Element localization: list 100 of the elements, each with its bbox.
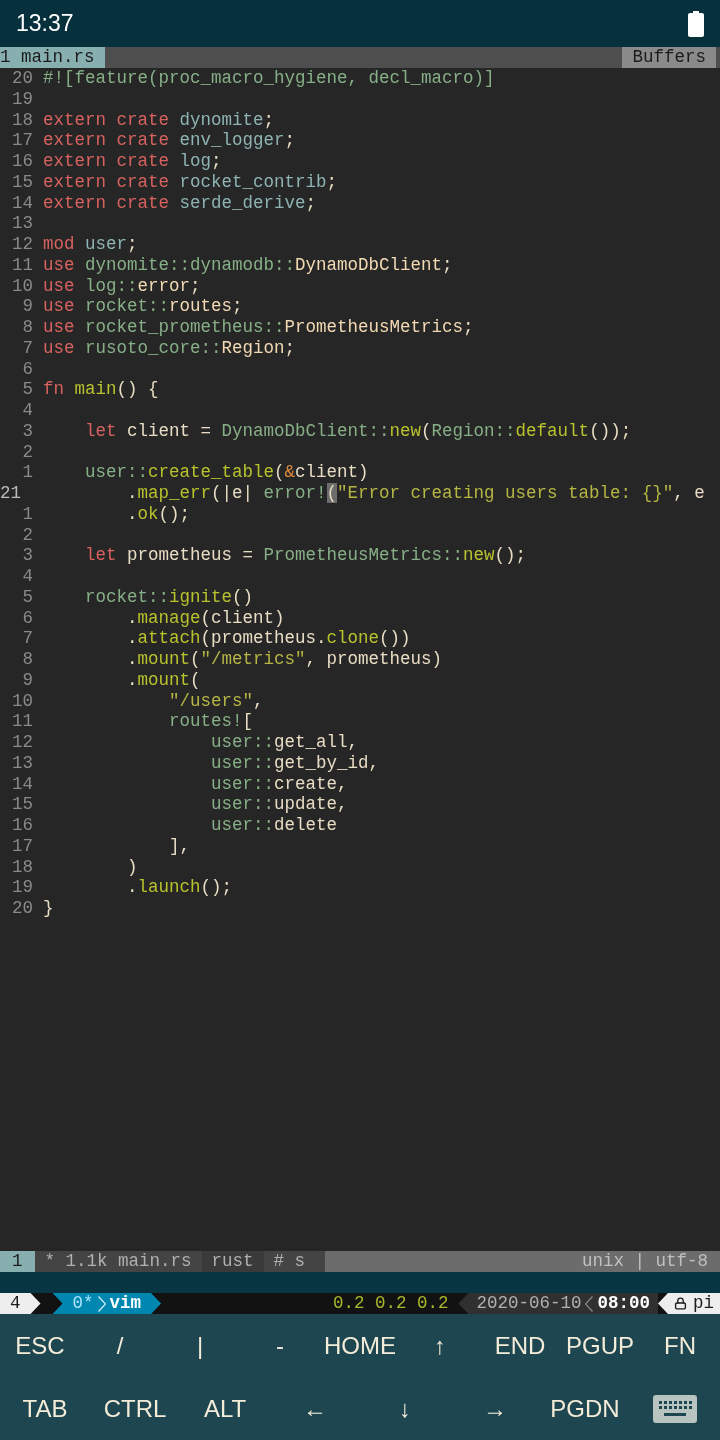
window-tab[interactable]: 0* vim [52,1293,162,1314]
code-line: let prometheus = PrometheusMetrics::new(); [84,545,527,566]
extra-key[interactable]: HOME [320,1314,400,1377]
time-text: 08:00 [597,1293,650,1314]
code-line: .mount("/metrics", prometheus) [126,649,443,670]
code-line: .launch(); [126,877,233,898]
line-number: 4 [21,400,34,421]
code-line: ], [168,835,191,857]
code-line: .mount( [126,669,201,691]
line-number: 14 [11,773,34,795]
line-number: 12 [11,234,34,255]
code-line: .attach(prometheus.clone()) [126,628,411,649]
line-number: 17 [11,835,34,857]
code-line: user::get_all, [210,732,359,753]
extra-key[interactable]: ↓ [360,1377,450,1440]
code-line: use log::error; [43,275,201,297]
chevron-icon [585,1295,594,1312]
file-info: * 1.1k main.rs [34,1251,202,1272]
code-line: mod user; [43,234,138,255]
code-line: extern crate env_logger; [43,130,296,151]
extra-key[interactable]: PGDN [540,1377,630,1440]
code-line: } [43,898,54,919]
lock-icon [674,1297,687,1310]
extra-key[interactable]: ALT [180,1377,270,1440]
file-type: rust [201,1251,264,1272]
extra-key[interactable]: ESC [0,1314,80,1377]
line-number: 20 [11,898,34,919]
code-line: extern crate rocket_contrib; [43,171,338,193]
line-number: 7 [21,337,34,359]
extra-key[interactable]: TAB [0,1377,90,1440]
line-number: 8 [21,649,34,670]
line-number: 5 [21,379,34,400]
code-line: user::create_table(&client) [84,462,369,483]
extra-key[interactable]: → [450,1377,540,1440]
extra-key[interactable]: CTRL [90,1377,180,1440]
extra-key[interactable]: / [80,1314,160,1377]
line-number: 2 [21,524,34,546]
extra-key[interactable]: - [240,1314,320,1377]
line-number: 2 [21,441,34,463]
code-line: extern crate log; [43,151,222,172]
clock-time: 13:37 [16,9,74,39]
line-number: 19 [11,877,34,898]
extra-key[interactable]: END [480,1314,560,1377]
code-line: ) [126,856,138,878]
code-line: routes![ [168,711,254,732]
line-number: 11 [11,254,34,276]
chevron-icon [97,1295,106,1312]
extra-key[interactable]: FN [640,1314,720,1377]
code-line: extern crate serde_derive; [43,192,317,214]
line-number: 18 [11,109,34,131]
code-line: extern crate dynomite; [43,109,275,131]
code-line: .map_err(|e| error!("Error creating users table: {}", e [126,483,705,504]
line-number: 16 [11,151,34,172]
window-name: vim [109,1293,142,1314]
line-number: 9 [21,296,34,317]
line-number: 14 [11,192,34,214]
load-average: 0.2 0.2 0.2 [332,1293,450,1314]
line-number: 5 [21,586,34,608]
date-text: 2020-06-10 [476,1293,582,1314]
code-line: .ok(); [126,503,191,525]
line-number: 18 [11,856,34,878]
line-number: 1 [21,503,34,525]
code-line: fn main() { [43,379,159,400]
line-number: 10 [11,275,34,297]
code-line: user::update, [210,794,348,815]
extra-key[interactable]: | [160,1314,240,1377]
line-number: 9 [21,669,34,691]
line-number: 12 [11,732,34,753]
line-number: 13 [11,213,34,234]
code-line: "/users", [168,690,264,712]
code-line: use rusoto_core::Region; [43,337,296,359]
battery-icon [688,10,704,37]
buffer-tab[interactable]: 1 main.rs [0,47,105,68]
line-number: 7 [21,628,34,649]
line-number: 16 [11,815,34,836]
line-number: 6 [21,607,34,629]
line-number: 17 [11,130,34,151]
code-line: .manage(client) [126,607,285,629]
keyboard-icon [653,1394,697,1423]
code-line: use rocket_prometheus::PrometheusMetrics; [43,317,474,338]
line-number: 21 [0,483,22,504]
buffers-label: Buffers [622,47,716,68]
line-number: 15 [11,171,34,193]
extra-key[interactable]: PGUP [560,1314,640,1377]
code-line: user::get_by_id, [210,752,380,774]
line-number: 13 [11,752,34,774]
line-number: 15 [11,794,34,815]
line-number: 10 [11,690,34,712]
code-line: user::delete [210,815,338,836]
extra-key[interactable]: ↑ [400,1314,480,1377]
line-number: 6 [21,358,34,380]
host-name: pi [693,1293,714,1314]
code-line: user::create, [210,773,348,795]
code-line: rocket::ignite() [84,586,254,608]
line-number: 19 [11,88,34,110]
file-format: unix | utf-8 [580,1251,709,1272]
code-line: let client = DynamoDbClient::new(Region::default()); [84,420,632,442]
line-number: 8 [21,317,34,338]
line-number: 20 [11,68,34,89]
extra-key[interactable]: ← [270,1377,360,1440]
